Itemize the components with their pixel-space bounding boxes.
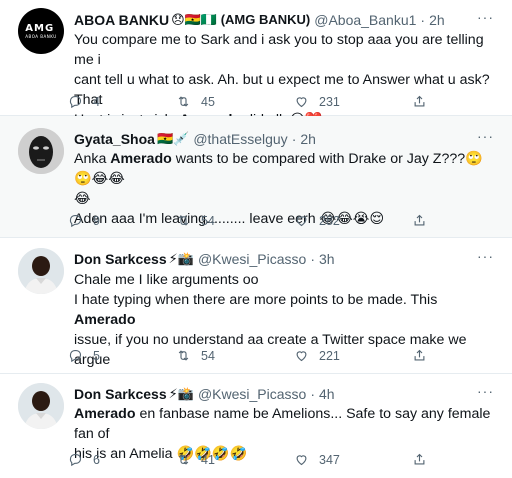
retweet-icon — [178, 96, 189, 107]
text-line: Chale me I like arguments oo — [74, 272, 259, 288]
avatar[interactable] — [18, 248, 64, 294]
tweet-actions: 6 41 347 — [68, 452, 508, 470]
reply-button[interactable]: 6 — [68, 452, 100, 467]
user-handle[interactable]: @thatEsselguy — [193, 131, 287, 147]
avatar[interactable] — [18, 383, 64, 429]
retweet-icon — [178, 454, 189, 465]
retweet-count: 54 — [201, 348, 215, 363]
reply-icon — [69, 95, 82, 109]
retweet-icon — [178, 350, 189, 361]
user-handle[interactable]: @Kwesi_Picasso — [198, 386, 306, 402]
retweet-count: 45 — [201, 94, 215, 109]
reply-button[interactable]: 9 — [68, 213, 100, 228]
like-icon — [296, 351, 307, 362]
name-emojis: ⚡📸 — [168, 251, 194, 266]
text-line: Anka Amerado wants to be compared with D… — [74, 151, 483, 187]
avatar-logo: AMG ABOA BANKU — [25, 23, 57, 39]
tweet-actions: 5 54 221 — [68, 348, 508, 366]
retweet-button[interactable]: 54 — [176, 348, 215, 363]
like-count: 347 — [319, 452, 340, 467]
profile-photo — [18, 383, 64, 429]
reply-count: 5 — [93, 348, 100, 363]
reply-count: 4 — [93, 94, 100, 109]
bold-mention: Amerado — [74, 406, 136, 422]
text-line: You compare me to Sark and i ask you to … — [74, 32, 484, 68]
text-line: Amerado en fanbase name be Amelions... S… — [74, 406, 491, 442]
reply-count: 6 — [93, 452, 100, 467]
display-name[interactable]: ABOA BANKU — [74, 12, 169, 28]
share-icon — [414, 214, 425, 226]
text-line: 😂 — [74, 191, 91, 207]
reply-icon — [69, 214, 82, 228]
mask-avatar-image — [18, 128, 64, 174]
reply-button[interactable]: 4 — [68, 94, 100, 109]
timestamp[interactable]: 2h — [429, 12, 445, 28]
avatar[interactable]: AMG ABOA BANKU — [18, 8, 64, 54]
more-icon[interactable]: ··· — [477, 9, 494, 25]
separator-dot: · — [420, 12, 426, 28]
name-emojis: ⚡📸 — [168, 386, 194, 401]
like-count: 221 — [319, 348, 340, 363]
tweet-text: You compare me to Sark and i ask you to … — [74, 30, 498, 130]
tweet[interactable]: Gyata_Shoa 🇬🇭💉 @thatEsselguy · 2h ··· An… — [0, 116, 512, 238]
tweet-header: Gyata_Shoa 🇬🇭💉 @thatEsselguy · 2h — [74, 129, 496, 149]
separator-dot: · — [291, 131, 297, 147]
share-button[interactable] — [412, 213, 437, 228]
share-button[interactable] — [412, 452, 437, 467]
share-button[interactable] — [412, 348, 437, 363]
retweet-button[interactable]: 54 — [176, 213, 215, 228]
tweet[interactable]: Don Sarkcess ⚡📸 @Kwesi_Picasso · 3h ··· … — [0, 238, 512, 388]
avatar[interactable] — [18, 128, 64, 174]
more-icon[interactable]: ··· — [477, 383, 494, 399]
profile-photo — [18, 248, 64, 294]
text-line: I hate typing when there are more points… — [74, 292, 438, 328]
retweet-button[interactable]: 45 — [176, 94, 215, 109]
tweet-header: ABOA BANKU 😞🇬🇭🇳🇬 (AMG BANKU) @Aboa_Banku… — [74, 10, 496, 30]
bold-mention: Amerado — [110, 151, 172, 167]
share-icon — [414, 349, 425, 361]
user-handle[interactable]: @Aboa_Banku1 — [314, 12, 416, 28]
like-icon — [296, 455, 307, 466]
tweet-text: Chale me I like arguments oo I hate typi… — [74, 270, 498, 390]
name-emojis: 🇬🇭💉 — [156, 131, 190, 146]
like-icon — [296, 97, 307, 108]
separator-dot: · — [310, 386, 315, 402]
tweet-header: Don Sarkcess ⚡📸 @Kwesi_Picasso · 3h — [74, 249, 496, 269]
display-name[interactable]: Don Sarkcess — [74, 386, 167, 402]
tweet-header: Don Sarkcess ⚡📸 @Kwesi_Picasso · 4h — [74, 384, 496, 404]
timestamp[interactable]: 4h — [319, 386, 335, 402]
retweet-button[interactable]: 41 — [176, 452, 215, 467]
bold-mention: Amerado — [74, 312, 136, 328]
like-icon — [296, 216, 307, 227]
separator-dot: · — [310, 251, 315, 267]
reply-count: 9 — [93, 213, 100, 228]
retweet-icon — [178, 215, 189, 226]
like-count: 282 — [319, 213, 340, 228]
share-icon — [414, 453, 425, 465]
retweet-count: 41 — [201, 452, 215, 467]
reply-icon — [69, 349, 82, 363]
display-name[interactable]: Don Sarkcess — [74, 251, 167, 267]
tweet-actions: 4 45 231 — [68, 94, 508, 112]
timestamp[interactable]: 2h — [300, 131, 316, 147]
display-name[interactable]: Gyata_Shoa — [74, 131, 155, 147]
like-count: 231 — [319, 94, 340, 109]
reply-button[interactable]: 5 — [68, 348, 100, 363]
tweet[interactable]: Don Sarkcess ⚡📸 @Kwesi_Picasso · 4h ··· … — [0, 374, 512, 478]
like-button[interactable]: 347 — [294, 452, 340, 467]
tweet-actions: 9 54 282 — [68, 213, 508, 231]
tweet[interactable]: AMG ABOA BANKU ABOA BANKU 😞🇬🇭🇳🇬 (AMG BANK… — [0, 0, 512, 128]
like-button[interactable]: 231 — [294, 94, 340, 109]
more-icon[interactable]: ··· — [477, 128, 494, 144]
share-icon — [414, 95, 425, 107]
share-button[interactable] — [412, 94, 437, 109]
like-button[interactable]: 221 — [294, 348, 340, 363]
retweet-count: 54 — [201, 213, 215, 228]
user-handle[interactable]: @Kwesi_Picasso — [198, 251, 306, 267]
like-button[interactable]: 282 — [294, 213, 340, 228]
name-emojis: 😞🇬🇭🇳🇬 (AMG BANKU) — [171, 12, 311, 27]
more-icon[interactable]: ··· — [477, 248, 494, 264]
reply-icon — [69, 453, 82, 467]
timestamp[interactable]: 3h — [319, 251, 335, 267]
